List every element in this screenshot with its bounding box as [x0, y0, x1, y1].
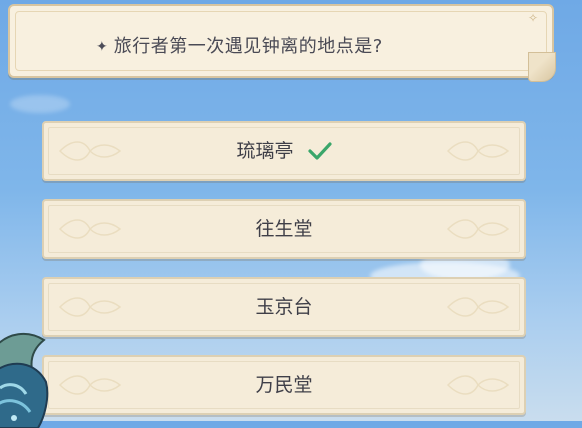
- scroll-curl: [528, 52, 556, 82]
- answer-label: 玉京台: [255, 296, 313, 318]
- question-row: ✦ 旅行者第一次遇见钟离的地点是?: [96, 36, 383, 58]
- answer-option-2[interactable]: 往生堂: [42, 199, 526, 259]
- ornament-icon: [446, 141, 510, 161]
- answer-label: 往生堂: [255, 218, 313, 240]
- ornament-icon: [446, 375, 510, 395]
- ornament-icon: [58, 375, 122, 395]
- ornament-icon: [446, 219, 510, 239]
- question-text: 旅行者第一次遇见钟离的地点是?: [113, 36, 383, 57]
- answer-label: 万民堂: [255, 374, 313, 396]
- corner-ornament-icon: ✧: [527, 11, 538, 25]
- question-panel: ✧ ✦ 旅行者第一次遇见钟离的地点是?: [8, 4, 556, 82]
- answer-option-1[interactable]: 琉璃亭: [42, 121, 526, 181]
- cloud: [10, 95, 70, 113]
- four-point-star-icon: ✦: [96, 39, 108, 55]
- ornament-icon: [58, 219, 122, 239]
- answer-option-4[interactable]: 万民堂: [42, 355, 526, 415]
- ornament-icon: [58, 141, 122, 161]
- ornament-icon: [446, 297, 510, 317]
- character-illustration: [0, 332, 49, 428]
- checkmark-icon: [307, 142, 332, 160]
- answer-option-3[interactable]: 玉京台: [42, 277, 526, 337]
- answer-label: 琉璃亭: [236, 140, 294, 162]
- ornament-icon: [58, 297, 122, 317]
